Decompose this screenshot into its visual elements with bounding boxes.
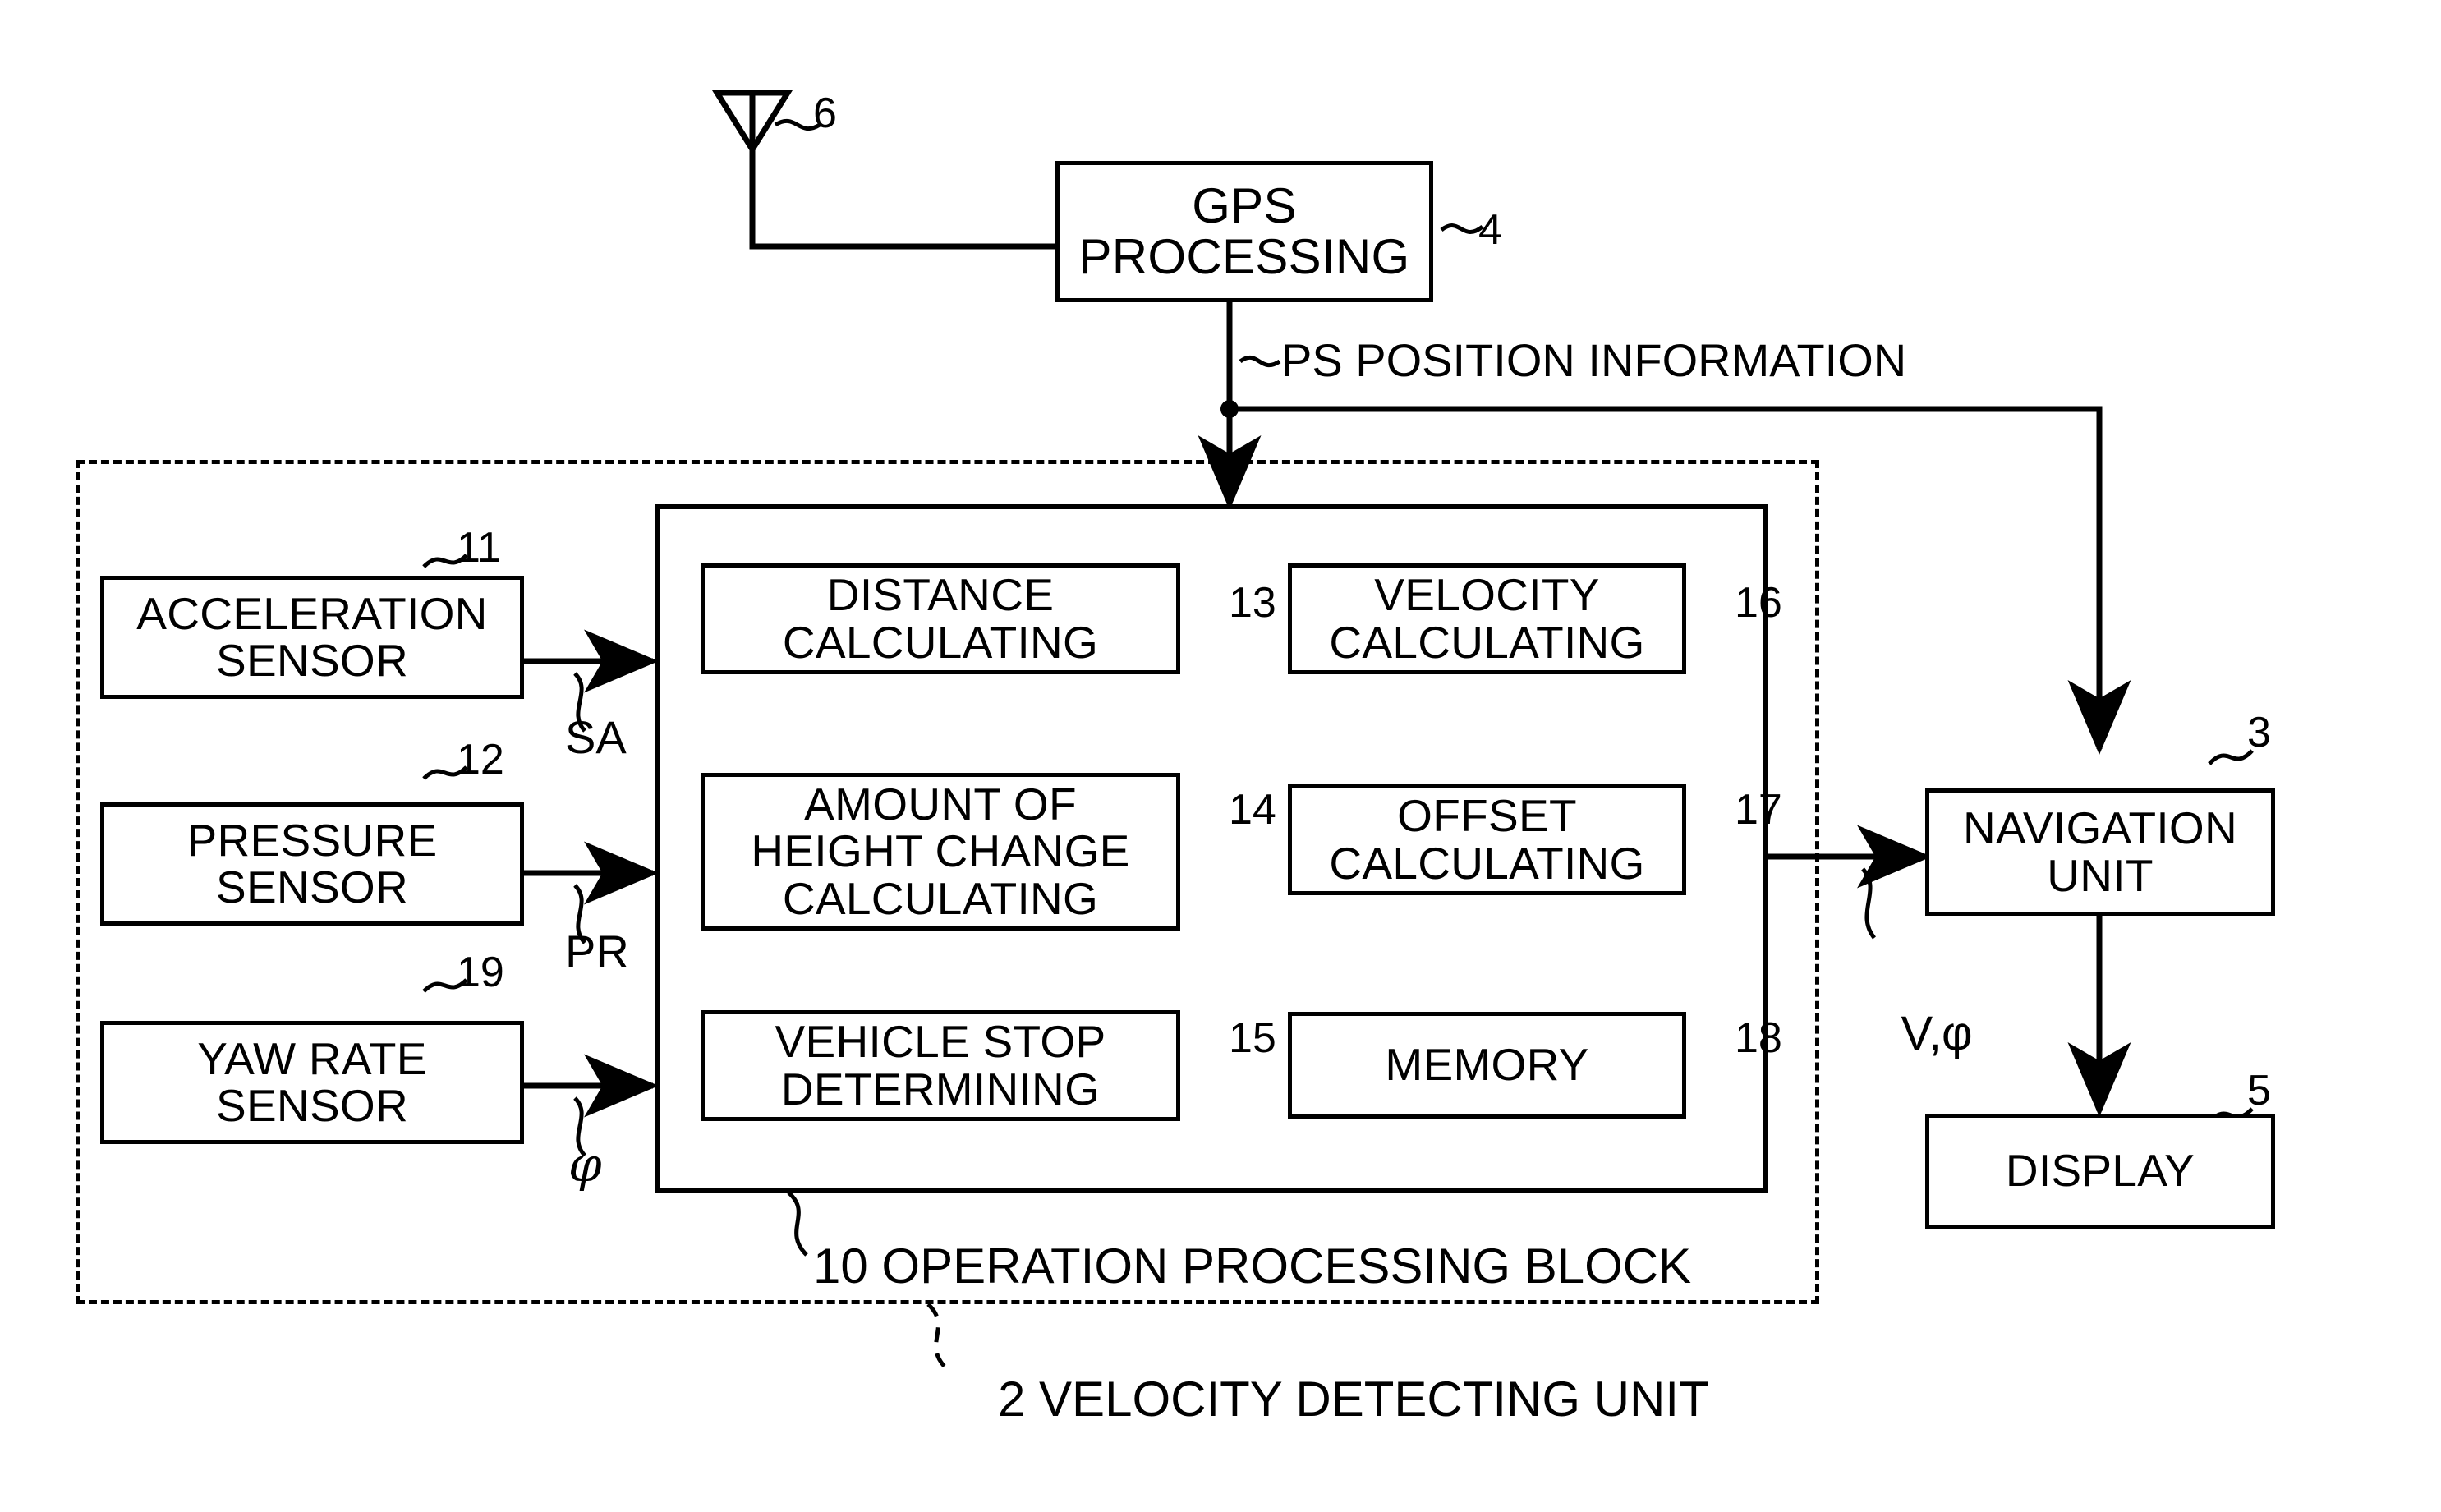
yaw-rate-sensor-box[interactable]: YAW RATE SENSOR xyxy=(100,1021,524,1144)
vehicle-stop-determining-label: VEHICLE STOP DETERMINING xyxy=(775,1016,1106,1114)
navigation-unit-label: NAVIGATION UNIT xyxy=(1962,802,2238,901)
pr-signal-label: PR xyxy=(565,926,629,977)
ps-position-information-label: PS POSITION INFORMATION xyxy=(1281,334,1907,386)
operation-processing-block-label: 10 OPERATION PROCESSING BLOCK xyxy=(813,1239,1692,1294)
display-box[interactable]: DISPLAY xyxy=(1925,1114,2275,1229)
memory-label: MEMORY xyxy=(1385,1039,1589,1091)
ref-3-leader xyxy=(2208,749,2254,765)
display-label: DISPLAY xyxy=(2005,1145,2195,1197)
offset-calculating-box[interactable]: OFFSET CALCULATING xyxy=(1288,784,1686,895)
pressure-sensor-label: PRESSURE SENSOR xyxy=(186,814,438,912)
ref-number-4: 4 xyxy=(1478,206,1502,254)
ps-label-leader xyxy=(1239,355,1281,368)
gps-ref-leader xyxy=(1440,223,1484,234)
gps-processing-box[interactable]: GPS PROCESSING xyxy=(1055,161,1433,302)
navigation-unit-box[interactable]: NAVIGATION UNIT xyxy=(1925,788,2275,916)
acceleration-sensor-label: ACCELERATION SENSOR xyxy=(136,587,488,686)
ref-number-6: 6 xyxy=(813,90,837,137)
acceleration-sensor-box[interactable]: ACCELERATION SENSOR xyxy=(100,576,524,699)
v-phi-signal-leader xyxy=(1861,867,1877,940)
diagram-canvas: GPS PROCESSING ACCELERATION SENSOR PRESS… xyxy=(0,0,2441,1512)
velocity-unit-label-leader xyxy=(926,1303,948,1370)
antenna-icon xyxy=(711,90,793,246)
distance-calculating-label: DISTANCE CALCULATING xyxy=(782,569,1099,668)
ref-number-17: 17 xyxy=(1735,786,1782,834)
distance-calculating-box[interactable]: DISTANCE CALCULATING xyxy=(701,563,1180,674)
velocity-detecting-unit-label: 2 VELOCITY DETECTING UNIT xyxy=(998,1372,1709,1427)
gps-processing-label: GPS PROCESSING xyxy=(1078,177,1410,284)
velocity-calculating-label: VELOCITY CALCULATING xyxy=(1329,569,1645,668)
ps-branch-junction-dot xyxy=(1220,400,1239,418)
v-phi-output-label: V,φ xyxy=(1848,959,1973,1110)
ref-number-18: 18 xyxy=(1735,1014,1782,1062)
ref-number-11: 11 xyxy=(457,524,501,572)
phi-signal-label: φ xyxy=(568,1137,602,1193)
ref-number-16: 16 xyxy=(1735,579,1782,627)
ref-number-13: 13 xyxy=(1229,579,1276,627)
ref-number-19: 19 xyxy=(457,949,504,996)
vehicle-stop-determining-box[interactable]: VEHICLE STOP DETERMINING xyxy=(701,1010,1180,1121)
yaw-rate-sensor-label: YAW RATE SENSOR xyxy=(197,1032,427,1131)
height-change-calculating-box[interactable]: AMOUNT OF HEIGHT CHANGE CALCULATING xyxy=(701,773,1180,931)
ref-number-5: 5 xyxy=(2247,1067,2271,1114)
height-change-calculating-label: AMOUNT OF HEIGHT CHANGE CALCULATING xyxy=(751,779,1130,924)
ref-number-14: 14 xyxy=(1229,786,1276,834)
v-phi-output-text: V,φ xyxy=(1901,1006,1973,1060)
offset-calculating-label: OFFSET CALCULATING xyxy=(1329,790,1645,889)
sa-signal-label: SA xyxy=(565,711,627,763)
pressure-sensor-box[interactable]: PRESSURE SENSOR xyxy=(100,802,524,926)
ref-number-3: 3 xyxy=(2247,709,2271,756)
memory-box[interactable]: MEMORY xyxy=(1288,1012,1686,1119)
velocity-calculating-box[interactable]: VELOCITY CALCULATING xyxy=(1288,563,1686,674)
ref-number-15: 15 xyxy=(1229,1014,1276,1062)
ref-number-12: 12 xyxy=(457,736,504,784)
antenna-to-gps-line xyxy=(749,148,1058,250)
